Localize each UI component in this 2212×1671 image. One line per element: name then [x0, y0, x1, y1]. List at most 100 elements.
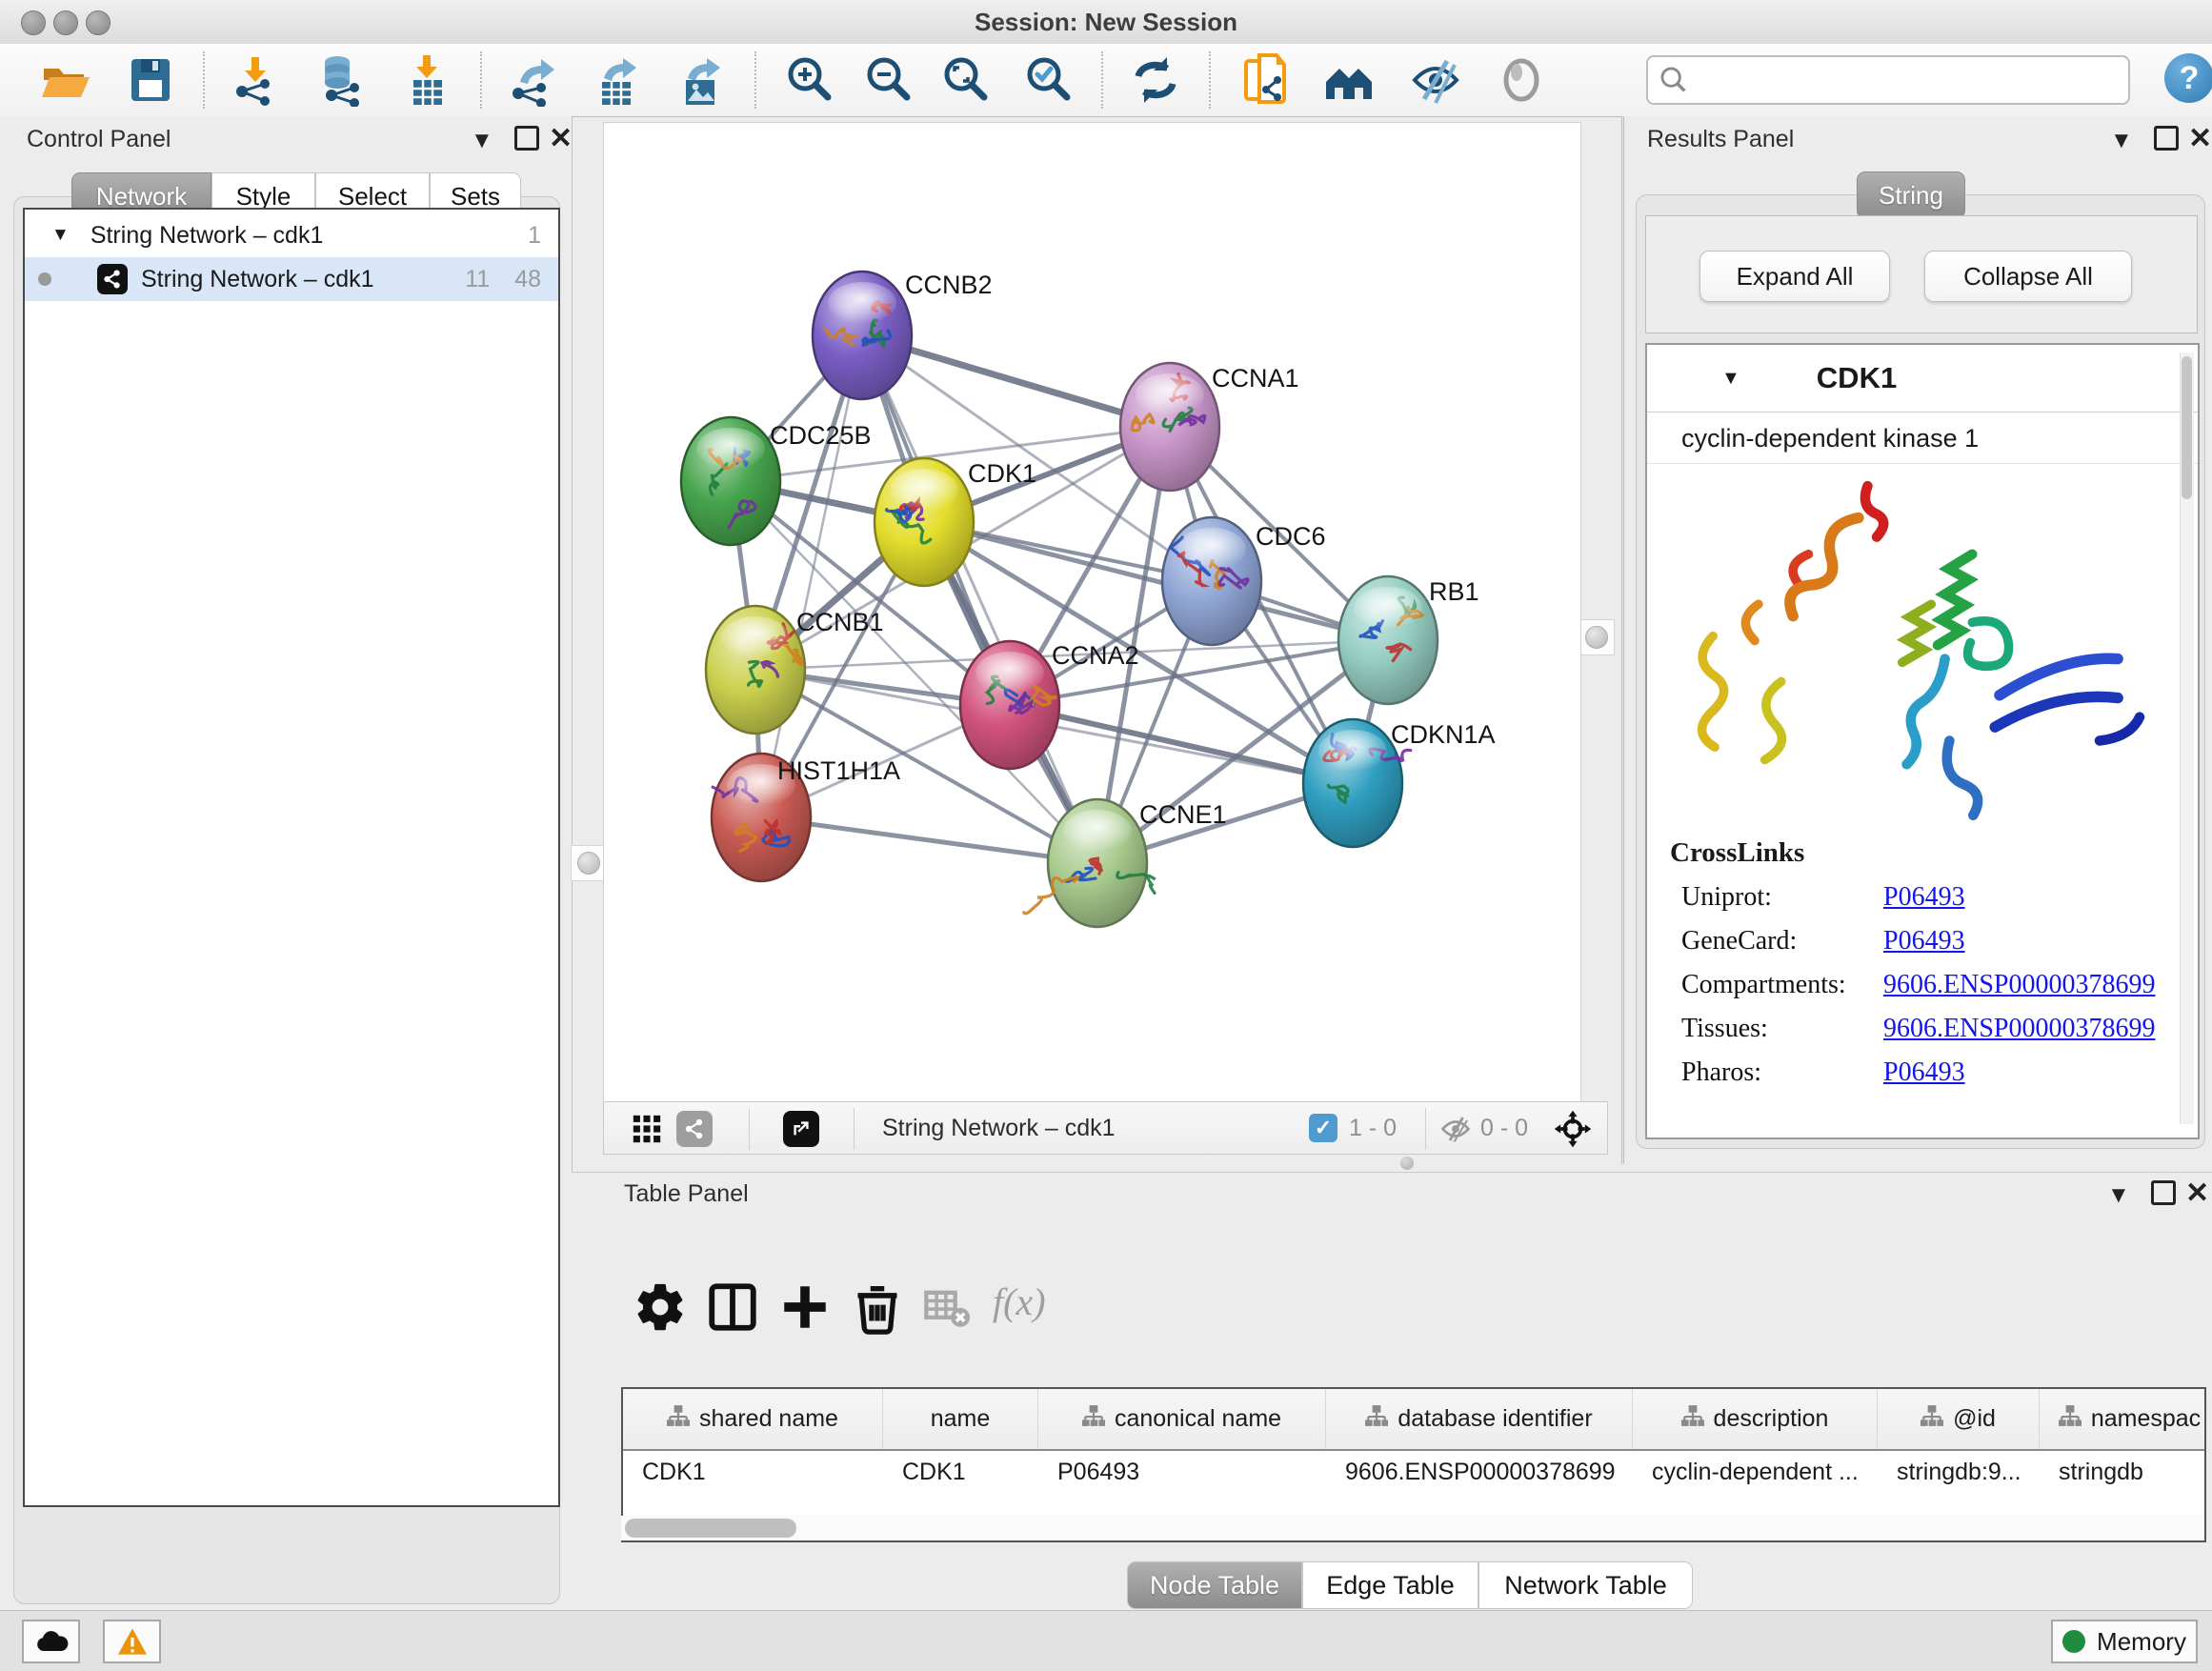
tab-network-table[interactable]: Network Table — [1478, 1561, 1693, 1609]
zoom-out-icon[interactable] — [861, 53, 915, 107]
column-type-icon — [1365, 1404, 1388, 1434]
table-row[interactable]: CDK1CDK1P064939606.ENSP00000378699cyclin… — [623, 1451, 2204, 1493]
home-icon[interactable] — [1322, 53, 1376, 107]
selected-checkbox-icon[interactable]: ✓ — [1309, 1114, 1337, 1142]
memory-status-dot — [2062, 1630, 2085, 1653]
tab-node-table[interactable]: Node Table — [1127, 1561, 1302, 1609]
import-network-icon[interactable] — [229, 53, 282, 107]
panel-close-icon[interactable]: ✕ — [2185, 1184, 2209, 1203]
table-cell[interactable]: CDK1 — [623, 1459, 883, 1486]
memory-button[interactable]: Memory — [2051, 1620, 2198, 1663]
fit-selected-crosshair-icon[interactable] — [1552, 1108, 1594, 1150]
table-cell[interactable]: 9606.ENSP00000378699 — [1326, 1459, 1633, 1486]
collapse-all-button[interactable]: Collapse All — [1924, 251, 2132, 302]
hidden-node-edge-count: 0 - 0 — [1480, 1115, 1528, 1142]
bottom-splitter-handle[interactable] — [1400, 1157, 1414, 1170]
help-button[interactable]: ? — [2164, 53, 2212, 103]
column-header[interactable]: name — [883, 1389, 1038, 1449]
import-table-icon[interactable] — [400, 53, 453, 107]
tab-edge-table[interactable]: Edge Table — [1302, 1561, 1478, 1609]
panel-dropdown-icon[interactable]: ▼ — [471, 128, 493, 154]
hide-selected-eye-icon[interactable] — [1409, 53, 1462, 107]
table-scrollbar-thumb[interactable] — [625, 1519, 796, 1538]
network-collection-label: String Network – cdk1 — [90, 222, 324, 250]
network-node[interactable]: CCNA1 — [1120, 363, 1299, 491]
export-table-icon[interactable] — [591, 53, 644, 107]
table-horizontal-scrollbar[interactable] — [621, 1516, 2202, 1540]
network-node[interactable]: HIST1H1A — [712, 754, 900, 881]
tab-string[interactable]: String — [1857, 171, 1965, 219]
network-edge[interactable] — [1010, 705, 1353, 783]
column-header[interactable]: database identifier — [1326, 1389, 1633, 1449]
warnings-button[interactable] — [103, 1620, 161, 1663]
statusbar-separator — [1425, 1108, 1426, 1150]
zoom-selected-icon[interactable] — [1021, 53, 1075, 107]
network-node[interactable]: CDKN1A — [1303, 719, 1496, 847]
results-scrollbar-thumb[interactable] — [2182, 356, 2192, 499]
delete-column-icon[interactable] — [850, 1279, 905, 1335]
network-canvas[interactable]: CCNB2 CCNA1 CDC25BCDK1 CDC6RB1 CCNB1 CCNA2 CDK… — [603, 122, 1581, 1103]
right-splitter-handle[interactable] — [1579, 619, 1615, 655]
network-node[interactable]: CDC6 — [1162, 517, 1326, 645]
crosslink-link[interactable]: P06493 — [1883, 1057, 1965, 1088]
table-options-gear-icon[interactable] — [633, 1279, 688, 1335]
entry-expander-icon[interactable]: ▼ — [1721, 368, 1740, 390]
expand-all-button[interactable]: Expand All — [1699, 251, 1890, 302]
zoom-fit-icon[interactable] — [938, 53, 992, 107]
show-columns-icon[interactable] — [705, 1279, 760, 1335]
panel-close-icon[interactable]: ✕ — [549, 130, 573, 149]
left-splitter-handle[interactable] — [571, 845, 607, 881]
crosslink-link[interactable]: 9606.ENSP00000378699 — [1883, 1014, 2155, 1044]
crosslink-link[interactable]: 9606.ENSP00000378699 — [1883, 970, 2155, 1000]
cloud-button[interactable] — [22, 1620, 80, 1663]
network-node[interactable]: CDK1 — [875, 458, 1036, 586]
crosslink-link[interactable]: P06493 — [1883, 882, 1965, 913]
birdseye-grid-icon[interactable] — [631, 1113, 663, 1145]
search-input[interactable] — [1694, 61, 2117, 97]
network-collection-row[interactable]: ▼ String Network – cdk1 1 — [25, 213, 558, 257]
inactive-eye-icon[interactable] — [1495, 53, 1548, 107]
network-node[interactable]: RB1 — [1338, 576, 1479, 704]
export-image-icon[interactable] — [674, 53, 728, 107]
add-column-icon[interactable] — [777, 1279, 833, 1335]
share-document-icon[interactable] — [1240, 53, 1294, 107]
column-header[interactable]: canonical name — [1038, 1389, 1326, 1449]
panel-dropdown-icon[interactable]: ▼ — [2107, 1182, 2130, 1209]
open-external-icon[interactable] — [783, 1111, 819, 1147]
table-cell[interactable]: CDK1 — [883, 1459, 1038, 1486]
panel-float-icon[interactable] — [2154, 126, 2179, 157]
column-header[interactable]: @id — [1878, 1389, 2040, 1449]
tree-expander-icon[interactable]: ▼ — [51, 225, 70, 246]
network-node[interactable]: CCNA2 — [960, 641, 1139, 769]
table-cell[interactable]: P06493 — [1038, 1459, 1326, 1486]
network-view-toolbar: String Network – cdk1 ✓ 1 - 0 0 - 0 — [603, 1101, 1608, 1155]
panel-float-icon[interactable] — [514, 126, 539, 157]
refresh-view-icon[interactable] — [1129, 53, 1182, 107]
entry-header[interactable]: ▼ CDK1 — [1647, 345, 2198, 413]
table-cell[interactable]: cyclin-dependent ... — [1633, 1459, 1878, 1486]
search-icon — [1658, 64, 1690, 96]
export-network-icon[interactable] — [507, 53, 560, 107]
network-node[interactable]: CCNB2 — [813, 271, 993, 399]
panel-float-icon[interactable] — [2151, 1180, 2176, 1212]
panel-close-icon[interactable]: ✕ — [2188, 130, 2212, 149]
network-row-label: String Network – cdk1 — [141, 266, 374, 293]
panel-dropdown-icon[interactable]: ▼ — [2110, 128, 2133, 154]
entry-description: cyclin-dependent kinase 1 — [1647, 413, 2198, 464]
table-cell[interactable]: stringdb:9... — [1878, 1459, 2040, 1486]
crosslink-link[interactable]: P06493 — [1883, 926, 1965, 956]
search-box — [1646, 55, 2130, 105]
column-header[interactable]: description — [1633, 1389, 1878, 1449]
zoom-in-icon[interactable] — [782, 53, 835, 107]
save-session-icon[interactable] — [124, 53, 177, 107]
toolbar-separator — [480, 51, 482, 109]
column-header[interactable]: shared name — [623, 1389, 883, 1449]
column-header[interactable]: namespac — [2040, 1389, 2206, 1449]
import-network-from-database-icon[interactable] — [314, 53, 368, 107]
network-node[interactable]: CDC25B — [681, 417, 872, 545]
network-row-selected[interactable]: String Network – cdk1 11 48 — [25, 257, 558, 301]
network-node[interactable]: CCNB1 — [706, 606, 884, 734]
table-cell[interactable]: stringdb — [2040, 1459, 2206, 1486]
results-vertical-scrollbar[interactable] — [2180, 352, 2194, 1124]
open-session-icon[interactable] — [38, 53, 91, 107]
